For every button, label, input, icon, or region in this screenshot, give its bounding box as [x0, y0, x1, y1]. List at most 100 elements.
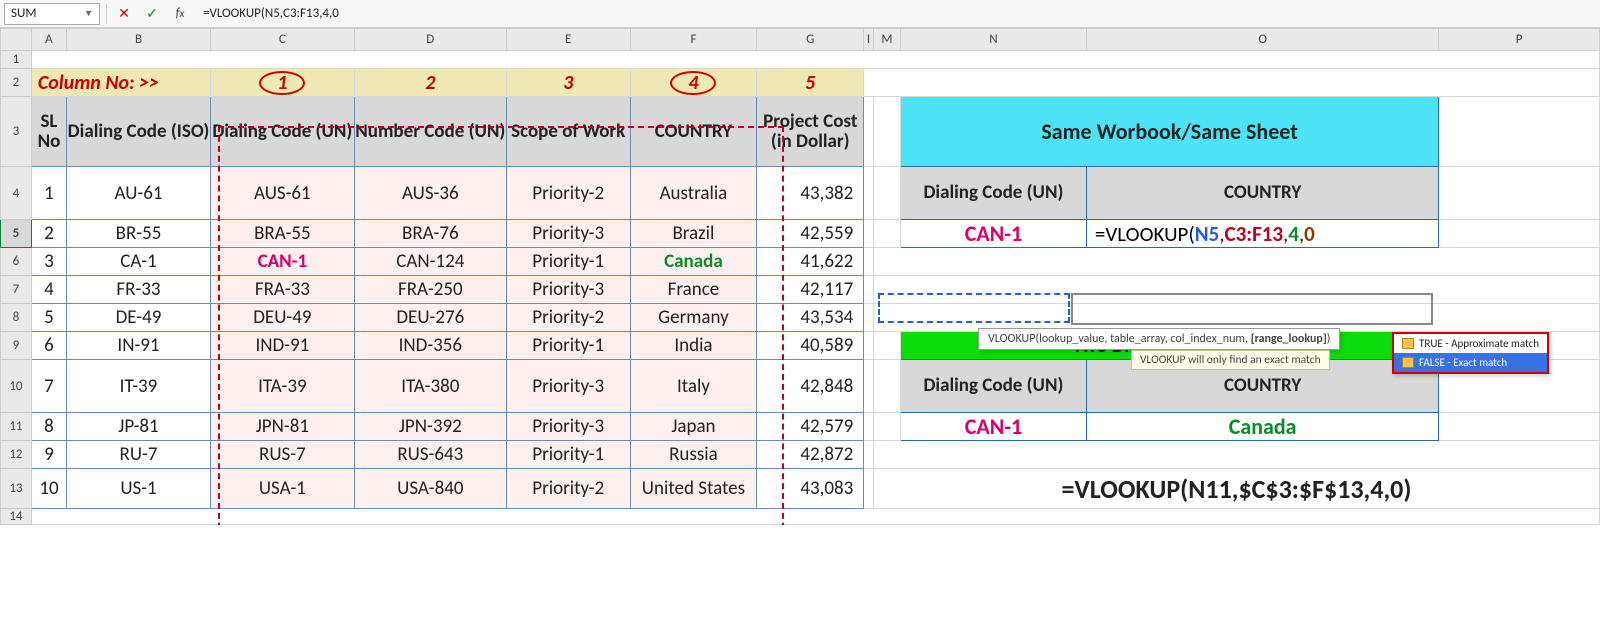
row-6[interactable]: 6: [1, 248, 32, 276]
th-ctry[interactable]: COUNTRY: [630, 97, 757, 167]
table-cell[interactable]: FR-33: [67, 276, 211, 304]
table-cell[interactable]: CAN-124: [354, 248, 506, 276]
box1-h2[interactable]: COUNTRY: [1086, 167, 1438, 220]
table-cell[interactable]: Russia: [630, 441, 757, 469]
option-true[interactable]: TRUE - Approximate match: [1394, 334, 1547, 353]
table-cell[interactable]: Priority-3: [506, 413, 630, 441]
name-box[interactable]: SUM ▼: [4, 3, 100, 25]
table-cell[interactable]: Germany: [630, 304, 757, 332]
col-no-5[interactable]: 5: [757, 69, 864, 97]
table-cell[interactable]: Priority-2: [506, 167, 630, 220]
box1-key[interactable]: CAN-1: [900, 220, 1086, 248]
th-sl[interactable]: SL No: [31, 97, 66, 167]
table-cell[interactable]: Priority-1: [506, 441, 630, 469]
table-cell[interactable]: BRA-76: [354, 220, 506, 248]
table-cell[interactable]: 2: [31, 220, 66, 248]
row-4[interactable]: 4: [1, 167, 32, 220]
col-E[interactable]: E: [506, 29, 630, 51]
col-P[interactable]: P: [1439, 29, 1600, 51]
table-cell[interactable]: RU-7: [67, 441, 211, 469]
table-cell[interactable]: USA-840: [354, 469, 506, 509]
table-cell[interactable]: 6: [31, 332, 66, 360]
row-13[interactable]: 13: [1, 469, 32, 509]
table-cell[interactable]: DEU-276: [354, 304, 506, 332]
table-cell[interactable]: JP-81: [67, 413, 211, 441]
table-cell[interactable]: Canada: [630, 248, 757, 276]
th-num[interactable]: Number Code (UN): [354, 97, 506, 167]
col-A[interactable]: A: [31, 29, 66, 51]
col-no-2[interactable]: 2: [354, 69, 506, 97]
table-cell[interactable]: ITA-39: [210, 360, 354, 413]
table-cell[interactable]: 3: [31, 248, 66, 276]
table-cell[interactable]: IT-39: [67, 360, 211, 413]
table-cell[interactable]: United States: [630, 469, 757, 509]
table-cell[interactable]: BR-55: [67, 220, 211, 248]
table-cell[interactable]: 42,117: [757, 276, 864, 304]
table-cell[interactable]: 4: [31, 276, 66, 304]
table-cell[interactable]: RUS-643: [354, 441, 506, 469]
table-cell[interactable]: 42,579: [757, 413, 864, 441]
table-cell[interactable]: Priority-1: [506, 332, 630, 360]
table-cell[interactable]: AU-61: [67, 167, 211, 220]
table-cell[interactable]: Priority-2: [506, 469, 630, 509]
table-cell[interactable]: Japan: [630, 413, 757, 441]
table-cell[interactable]: JPN-81: [210, 413, 354, 441]
row-10[interactable]: 10: [1, 360, 32, 413]
row-2[interactable]: 2: [1, 69, 32, 97]
table-cell[interactable]: US-1: [67, 469, 211, 509]
col-no-3[interactable]: 3: [506, 69, 630, 97]
table-cell[interactable]: 7: [31, 360, 66, 413]
table-cell[interactable]: BRA-55: [210, 220, 354, 248]
col-G[interactable]: G: [757, 29, 864, 51]
table-cell[interactable]: JPN-392: [354, 413, 506, 441]
col-D[interactable]: D: [354, 29, 506, 51]
table-cell[interactable]: Brazil: [630, 220, 757, 248]
col-I[interactable]: I: [864, 29, 874, 51]
row-11[interactable]: 11: [1, 413, 32, 441]
table-cell[interactable]: CA-1: [67, 248, 211, 276]
row-5[interactable]: 5: [1, 220, 32, 248]
table-cell[interactable]: 8: [31, 413, 66, 441]
chevron-down-icon[interactable]: ▼: [84, 8, 93, 19]
row-8[interactable]: 8: [1, 304, 32, 332]
table-cell[interactable]: Priority-1: [506, 248, 630, 276]
box2-h1[interactable]: Dialing Code (UN): [900, 360, 1086, 413]
table-cell[interactable]: 5: [31, 304, 66, 332]
accept-icon[interactable]: ✓: [141, 3, 163, 25]
table-cell[interactable]: India: [630, 332, 757, 360]
formula-input[interactable]: =VLOOKUP(N5,C3:F13,4,0: [197, 6, 1596, 21]
box1-title[interactable]: Same Worbook/Same Sheet: [900, 97, 1438, 167]
table-cell[interactable]: France: [630, 276, 757, 304]
syntax-tooltip[interactable]: VLOOKUP(lookup_value, table_array, col_i…: [978, 328, 1340, 350]
table-cell[interactable]: Italy: [630, 360, 757, 413]
table-cell[interactable]: Priority-3: [506, 360, 630, 413]
box1-h1[interactable]: Dialing Code (UN): [900, 167, 1086, 220]
table-cell[interactable]: 42,848: [757, 360, 864, 413]
table-cell[interactable]: RUS-7: [210, 441, 354, 469]
col-no-label[interactable]: Column No: >>: [31, 69, 210, 97]
table-cell[interactable]: 43,534: [757, 304, 864, 332]
table-cell[interactable]: 1: [31, 167, 66, 220]
th-un[interactable]: Dialing Code (UN): [210, 97, 354, 167]
table-cell[interactable]: AUS-36: [354, 167, 506, 220]
big-formula[interactable]: =VLOOKUP(N11,$C$3:$F$13,4,0): [873, 469, 1599, 509]
cancel-icon[interactable]: ✕: [113, 3, 135, 25]
box2-key[interactable]: CAN-1: [900, 413, 1086, 441]
table-cell[interactable]: 42,559: [757, 220, 864, 248]
table-cell[interactable]: Priority-3: [506, 220, 630, 248]
th-iso[interactable]: Dialing Code (ISO): [67, 97, 211, 167]
box2-val[interactable]: Canada: [1086, 413, 1438, 441]
col-B[interactable]: B: [67, 29, 211, 51]
th-sw[interactable]: Scope of Work: [506, 97, 630, 167]
col-C[interactable]: C: [210, 29, 354, 51]
select-all[interactable]: [1, 29, 32, 51]
option-false[interactable]: FALSE - Exact match: [1394, 353, 1547, 372]
table-cell[interactable]: 40,589: [757, 332, 864, 360]
fx-icon[interactable]: fx: [169, 3, 191, 25]
table-cell[interactable]: AUS-61: [210, 167, 354, 220]
table-cell[interactable]: 43,382: [757, 167, 864, 220]
col-N[interactable]: N: [900, 29, 1086, 51]
table-cell[interactable]: Priority-2: [506, 304, 630, 332]
col-M[interactable]: M: [873, 29, 900, 51]
table-cell[interactable]: Priority-3: [506, 276, 630, 304]
